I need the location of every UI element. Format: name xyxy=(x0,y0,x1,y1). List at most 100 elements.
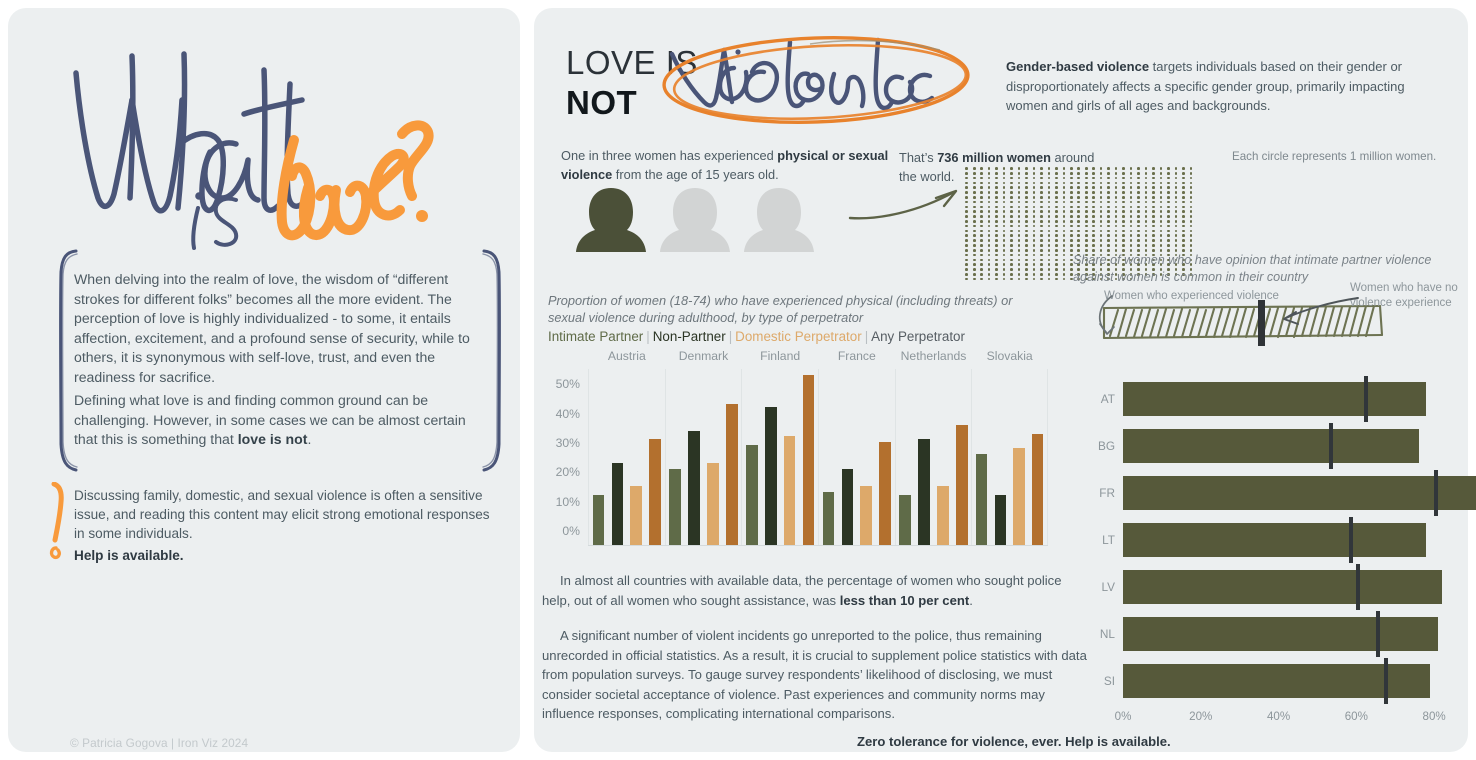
dot-million-women xyxy=(1070,167,1073,170)
bar[interactable] xyxy=(918,439,930,545)
dot-million-women xyxy=(1025,229,1028,233)
bar[interactable] xyxy=(860,486,873,545)
dot-million-women xyxy=(1167,234,1170,238)
dot-million-women xyxy=(1002,167,1006,170)
dot-million-women xyxy=(1167,167,1170,170)
dot-million-women xyxy=(1055,220,1058,223)
dot-million-women xyxy=(1002,200,1006,204)
dot-million-women xyxy=(1174,191,1178,194)
bar[interactable] xyxy=(899,495,911,545)
dot-million-women xyxy=(965,224,969,228)
bar[interactable] xyxy=(994,495,1007,545)
hbar-country-label: LV xyxy=(1101,580,1115,595)
dot-million-women xyxy=(995,215,998,218)
dot-million-women xyxy=(1055,234,1058,238)
bar-chart-country-group: Finland xyxy=(741,349,818,545)
hbar[interactable] xyxy=(1123,523,1427,557)
dot-million-women xyxy=(1084,210,1088,214)
dot-million-women xyxy=(1040,244,1043,247)
dot-million-women xyxy=(1025,248,1028,252)
one-in-three-pre: One in three women has experienced xyxy=(561,148,778,163)
hbar-reference-marker[interactable] xyxy=(1375,611,1380,658)
bar[interactable] xyxy=(822,492,835,545)
help-available-label: Help is available. xyxy=(74,547,184,563)
dot-million-women xyxy=(1025,268,1028,271)
bar[interactable] xyxy=(649,439,662,545)
dot-million-women xyxy=(1047,167,1051,170)
dot-million-women xyxy=(1084,186,1088,189)
bar[interactable] xyxy=(669,468,681,545)
dot-million-women xyxy=(1077,220,1081,223)
dot-million-women xyxy=(1114,200,1118,204)
dot-million-women xyxy=(1062,176,1066,180)
hbar-reference-marker[interactable] xyxy=(1434,469,1439,516)
dot-million-women xyxy=(1159,176,1163,180)
bar[interactable] xyxy=(975,454,988,545)
hbar[interactable] xyxy=(1123,617,1438,652)
bar[interactable] xyxy=(745,445,758,545)
hbar[interactable] xyxy=(1123,570,1442,605)
hbar-reference-marker[interactable] xyxy=(1364,375,1369,422)
bar[interactable] xyxy=(955,424,968,545)
dot-million-women xyxy=(1099,224,1103,228)
bar[interactable] xyxy=(879,442,892,545)
bar[interactable] xyxy=(841,468,854,545)
legend-any-perpetrator[interactable]: Any Perpetrator xyxy=(871,329,965,344)
dot-million-women xyxy=(1002,258,1006,262)
dot-million-women xyxy=(1099,220,1103,223)
dot-million-women xyxy=(972,171,976,175)
bar[interactable] xyxy=(707,462,719,545)
dot-million-women xyxy=(972,234,976,238)
dot-million-women xyxy=(1084,220,1088,223)
dot-million-women xyxy=(1062,244,1066,247)
dot-million-women xyxy=(1002,263,1006,266)
bar[interactable] xyxy=(1013,448,1025,545)
dot-million-women xyxy=(1010,272,1013,276)
hbar-reference-marker[interactable] xyxy=(1348,517,1353,563)
bar[interactable] xyxy=(611,462,624,545)
dot-million-women xyxy=(1032,258,1036,262)
dot-million-women xyxy=(1025,224,1028,228)
bar[interactable] xyxy=(783,436,796,545)
dot-million-women xyxy=(1122,171,1125,175)
dot-million-women xyxy=(1099,244,1103,247)
legend-domestic-perpetrator[interactable]: Domestic Perpetrator xyxy=(735,329,862,344)
dot-million-women xyxy=(1144,171,1148,175)
dot-million-women xyxy=(1152,181,1155,185)
dot-million-women xyxy=(1182,171,1185,175)
bar[interactable] xyxy=(725,404,738,545)
dot-million-women xyxy=(1099,215,1103,218)
hbar-reference-marker[interactable] xyxy=(1356,564,1361,611)
dot-million-women xyxy=(1122,229,1125,233)
dot-million-women xyxy=(1129,191,1133,194)
dot-million-women xyxy=(987,263,991,266)
hbar[interactable] xyxy=(1123,475,1476,510)
hbar[interactable] xyxy=(1123,381,1427,416)
dot-million-women xyxy=(1114,215,1118,218)
dot-million-women xyxy=(1182,191,1185,194)
dot-million-women xyxy=(1077,239,1081,242)
hbar-reference-marker[interactable] xyxy=(1329,422,1334,469)
dot-million-women xyxy=(1144,205,1148,209)
dot-million-women xyxy=(1055,272,1058,276)
bar[interactable] xyxy=(630,486,643,545)
hbar-reference-marker[interactable] xyxy=(1383,658,1388,705)
dot-million-women xyxy=(965,181,969,185)
bar[interactable] xyxy=(802,374,815,545)
dot-million-women xyxy=(1040,181,1043,185)
bar[interactable] xyxy=(1031,433,1044,545)
dot-million-women xyxy=(1189,191,1193,194)
hbar[interactable] xyxy=(1123,428,1419,463)
hbar-country-label: FR xyxy=(1099,485,1115,500)
bar-chart-country-label: France xyxy=(837,349,876,363)
bar[interactable] xyxy=(592,495,605,545)
bar[interactable] xyxy=(688,430,700,545)
bar[interactable] xyxy=(764,407,777,545)
bar-chart-legend: Intimate Partner | Non-Partner | Domestic Pe… xyxy=(548,329,965,344)
legend-non-partner[interactable]: Non-Partner xyxy=(653,329,726,344)
zero-tolerance-footer: Zero tolerance for violence, ever. Help … xyxy=(857,734,1171,749)
legend-intimate-partner[interactable]: Intimate Partner xyxy=(548,329,643,344)
bar[interactable] xyxy=(937,486,949,545)
bar-group xyxy=(742,369,818,545)
dot-million-women xyxy=(1107,181,1110,185)
